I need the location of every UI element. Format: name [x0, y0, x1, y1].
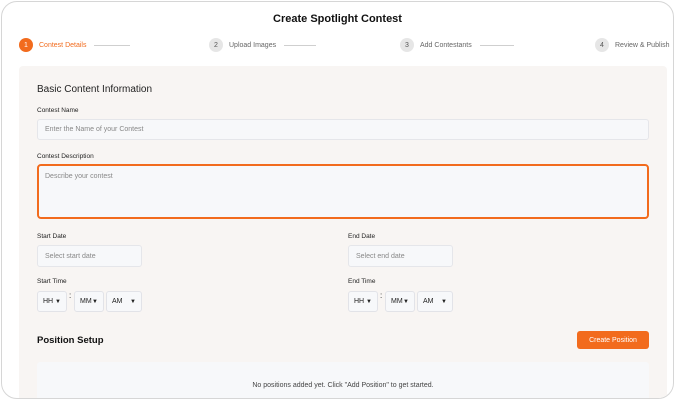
step-label: Contest Details: [39, 41, 87, 49]
step-label: Upload Images: [229, 41, 277, 49]
end-time-label: End Time: [348, 278, 376, 285]
start-period-select[interactable]: AM ▼: [106, 291, 142, 312]
modal-window: Create Spotlight Contest 1 Contest Detai…: [1, 1, 674, 399]
page-title: Create Spotlight Contest: [273, 13, 402, 25]
start-date-input[interactable]: Select start date: [37, 245, 142, 267]
end-period-value: AM: [423, 298, 434, 305]
end-hour-select[interactable]: HH ▼: [348, 291, 378, 312]
end-date-placeholder: Select end date: [356, 252, 405, 260]
chevron-down-icon: ▼: [92, 298, 98, 305]
contest-description-label: Contest Description: [37, 153, 94, 160]
step-add-contestants[interactable]: 3 Add Contestants: [400, 37, 514, 53]
time-separator: :: [380, 291, 383, 300]
start-minute-value: MM: [80, 298, 92, 305]
step-label: Review & Publish: [615, 41, 670, 49]
start-date-placeholder: Select start date: [45, 252, 96, 260]
start-date-label: Start Date: [37, 233, 67, 240]
chevron-down-icon: ▼: [366, 298, 372, 305]
progress-stepper: 1 Contest Details 2 Upload Images 3 Add …: [2, 37, 673, 53]
end-hour-value: HH: [354, 298, 365, 305]
empty-state-message: No positions added yet. Click "Add Posit…: [252, 382, 434, 389]
contest-name-placeholder: Enter the Name of your Contest: [45, 126, 144, 133]
position-setup-title: Position Setup: [37, 335, 104, 346]
end-date-label: End Date: [348, 233, 376, 240]
step-number: 4: [595, 38, 609, 52]
end-minute-value: MM: [391, 298, 403, 305]
step-connector: [284, 44, 317, 46]
contest-name-label: Contest Name: [37, 107, 79, 114]
contest-details-panel: Basic Content Information Contest Name E…: [19, 66, 667, 398]
end-date-input[interactable]: Select end date: [348, 245, 453, 267]
step-connector: [479, 44, 514, 46]
create-position-button[interactable]: Create Position: [577, 331, 649, 349]
section-title: Basic Content Information: [37, 84, 153, 95]
chevron-down-icon: ▼: [130, 298, 136, 305]
contest-name-input[interactable]: Enter the Name of your Contest: [37, 119, 649, 140]
step-connector: [94, 44, 131, 46]
step-upload-images[interactable]: 2 Upload Images: [209, 37, 317, 53]
contest-description-placeholder: Describe your contest: [45, 173, 113, 180]
start-time-label: Start Time: [37, 278, 67, 285]
step-number: 1: [19, 38, 33, 52]
end-period-select[interactable]: AM ▼: [417, 291, 453, 312]
step-number: 2: [209, 38, 223, 52]
contest-description-textarea[interactable]: Describe your contest: [37, 164, 649, 219]
step-number: 3: [400, 38, 414, 52]
chevron-down-icon: ▼: [441, 298, 447, 305]
end-minute-select[interactable]: MM ▼: [385, 291, 415, 312]
positions-empty-state: No positions added yet. Click "Add Posit…: [37, 362, 649, 398]
start-period-value: AM: [112, 298, 123, 305]
chevron-down-icon: ▼: [403, 298, 409, 305]
chevron-down-icon: ▼: [55, 298, 61, 305]
step-contest-details[interactable]: 1 Contest Details: [19, 37, 131, 53]
start-hour-select[interactable]: HH ▼: [37, 291, 67, 312]
step-label: Add Contestants: [420, 41, 472, 49]
step-review-publish[interactable]: 4 Review & Publish: [595, 37, 669, 53]
start-hour-value: HH: [43, 298, 54, 305]
start-minute-select[interactable]: MM ▼: [74, 291, 104, 312]
time-separator: :: [69, 291, 72, 300]
